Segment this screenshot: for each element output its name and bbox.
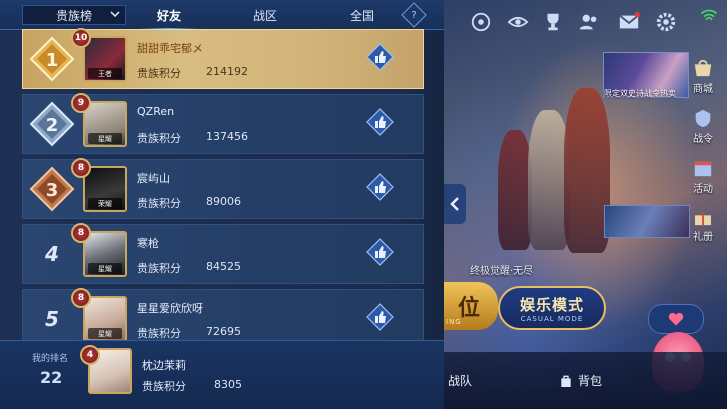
backpack-tab[interactable]: 背包	[558, 372, 602, 389]
score-label: 贵族积分	[137, 67, 181, 80]
my-player-name: 枕边茉莉	[142, 359, 186, 372]
my-nobility-level-badge: 4	[80, 345, 100, 365]
event-caption: 终极觉醒·无尽	[470, 266, 534, 277]
casual-mode-label: 娱乐模式	[519, 295, 584, 314]
nobility-level-badge: 8	[71, 158, 91, 178]
tab-friends-label: 好友	[156, 8, 181, 23]
player-name: 星星爱欣欣呀	[137, 302, 203, 315]
battle-pass-icon	[695, 109, 711, 128]
gift-banner[interactable]	[604, 205, 690, 238]
nobility-level-badge: 10	[71, 28, 91, 48]
score-value: 137456	[206, 130, 248, 143]
player-name: 寒枪	[137, 237, 159, 250]
gift-label: 礼册	[693, 232, 713, 243]
gift-entry[interactable]: 礼册	[692, 210, 714, 243]
tab-friends[interactable]: 好友	[129, 0, 209, 31]
score-value: 89006	[206, 195, 241, 208]
event-icon	[694, 161, 712, 177]
backpack-icon	[561, 375, 571, 387]
mail-icon[interactable]	[616, 9, 642, 35]
casual-mode-sub: CASUAL MODE	[520, 314, 584, 323]
my-rank-label: 我的排名	[32, 354, 69, 364]
rank-number: 5	[45, 307, 59, 331]
nobility-level-badge: 8	[71, 223, 91, 243]
shop-entry[interactable]: 商城	[692, 58, 714, 95]
my-rank-number: 22	[40, 368, 63, 387]
player-name: 甜甜乖宅郁メ	[137, 42, 203, 55]
leaderboard-panel: 贵族榜 好友 战区 全国 ? 1 王者 10 甜甜乖宅郁メ 贵族积分 21419…	[0, 0, 444, 409]
casual-mode-button[interactable]: 娱乐模式 CASUAL MODE	[498, 286, 606, 330]
score-value: 214192	[206, 65, 248, 78]
eye-icon[interactable]	[505, 9, 531, 35]
gold-rank-badge-icon: 1	[29, 36, 75, 82]
thumbs-up-icon[interactable]	[366, 173, 394, 201]
player-name: 宸屿山	[137, 172, 170, 185]
thumbs-up-icon[interactable]	[366, 238, 394, 266]
category-dropdown-value: 贵族榜	[55, 8, 92, 23]
chevron-down-icon	[110, 11, 120, 18]
avatar-rank-tag: 星耀	[88, 328, 122, 339]
help-icon: ?	[411, 9, 417, 21]
help-button[interactable]: ?	[401, 2, 427, 28]
team-tab[interactable]: 战队	[448, 372, 472, 389]
bronze-rank-badge-icon: 3	[29, 166, 75, 212]
score-label: 贵族积分	[137, 197, 181, 210]
nobility-level-badge: 9	[71, 93, 91, 113]
thumbs-up-icon[interactable]	[366, 108, 394, 136]
record-icon[interactable]	[468, 9, 494, 35]
heart-bubble[interactable]	[648, 304, 704, 334]
gift-icon	[695, 211, 711, 226]
wifi-icon	[699, 6, 719, 26]
score-value: 72695	[206, 325, 241, 338]
event-entry[interactable]: 活动	[692, 158, 714, 195]
ranked-mode-button[interactable]: 位 ING	[440, 282, 498, 330]
tab-national[interactable]: 全国	[322, 0, 402, 30]
team-label: 战队	[448, 374, 473, 388]
collapse-panel-button[interactable]	[444, 184, 466, 224]
tab-region[interactable]: 战区	[225, 0, 305, 30]
avatar-rank-tag: 荣耀	[88, 198, 122, 209]
shop-label: 商城	[693, 84, 713, 95]
avatar-rank-tag: 星耀	[88, 133, 122, 144]
score-label: 贵族积分	[137, 262, 181, 275]
shop-icon	[694, 59, 712, 77]
battle-pass-entry[interactable]: 战令	[692, 108, 714, 145]
nobility-level-badge: 8	[71, 288, 91, 308]
event-label: 活动	[693, 184, 713, 195]
hero-figure	[498, 130, 532, 250]
ranked-mode-sub: ING	[446, 318, 462, 326]
tab-national-label: 全国	[349, 8, 374, 23]
score-label: 贵族积分	[137, 132, 181, 145]
promo-text: 限定双史诗战令热卖	[604, 89, 676, 98]
rank-number: 2	[46, 115, 59, 136]
category-dropdown[interactable]: 贵族榜	[22, 5, 126, 25]
my-score-value: 8305	[214, 378, 242, 391]
friends-icon[interactable]	[576, 9, 602, 35]
thumbs-up-icon[interactable]	[366, 43, 394, 71]
player-name: QZRen	[137, 105, 175, 118]
leaderboard-tabbar: 贵族榜 好友 战区 全国 ?	[0, 0, 444, 31]
avatar-rank-tag: 王者	[88, 68, 122, 79]
score-label: 贵族积分	[137, 327, 181, 340]
silver-rank-badge-icon: 2	[29, 101, 75, 147]
rank-number: 1	[46, 50, 59, 71]
score-value: 84525	[206, 260, 241, 273]
settings-icon[interactable]	[653, 9, 679, 35]
avatar-rank-tag: 星耀	[88, 263, 122, 274]
leaderboard-row[interactable]: 2 星耀 9 QZRen 贵族积分 137456	[22, 93, 424, 154]
leaderboard-row[interactable]: 1 王者 10 甜甜乖宅郁メ 贵族积分 214192	[22, 28, 424, 89]
tab-region-label: 战区	[252, 8, 277, 23]
battle-pass-label: 战令	[693, 134, 713, 145]
leaderboard-row[interactable]: 4 星耀 8 寒枪 贵族积分 84525	[22, 223, 424, 284]
rank-number: 4	[45, 242, 59, 266]
trophy-icon[interactable]	[540, 9, 566, 35]
my-score-label: 贵族积分	[142, 380, 186, 393]
rank-number: 3	[46, 180, 59, 201]
thumbs-up-icon[interactable]	[366, 303, 394, 331]
backpack-label: 背包	[578, 374, 603, 388]
chevron-left-icon	[450, 197, 459, 211]
heart-icon	[668, 312, 684, 326]
leaderboard-row[interactable]: 3 荣耀 8 宸屿山 贵族积分 89006	[22, 158, 424, 219]
